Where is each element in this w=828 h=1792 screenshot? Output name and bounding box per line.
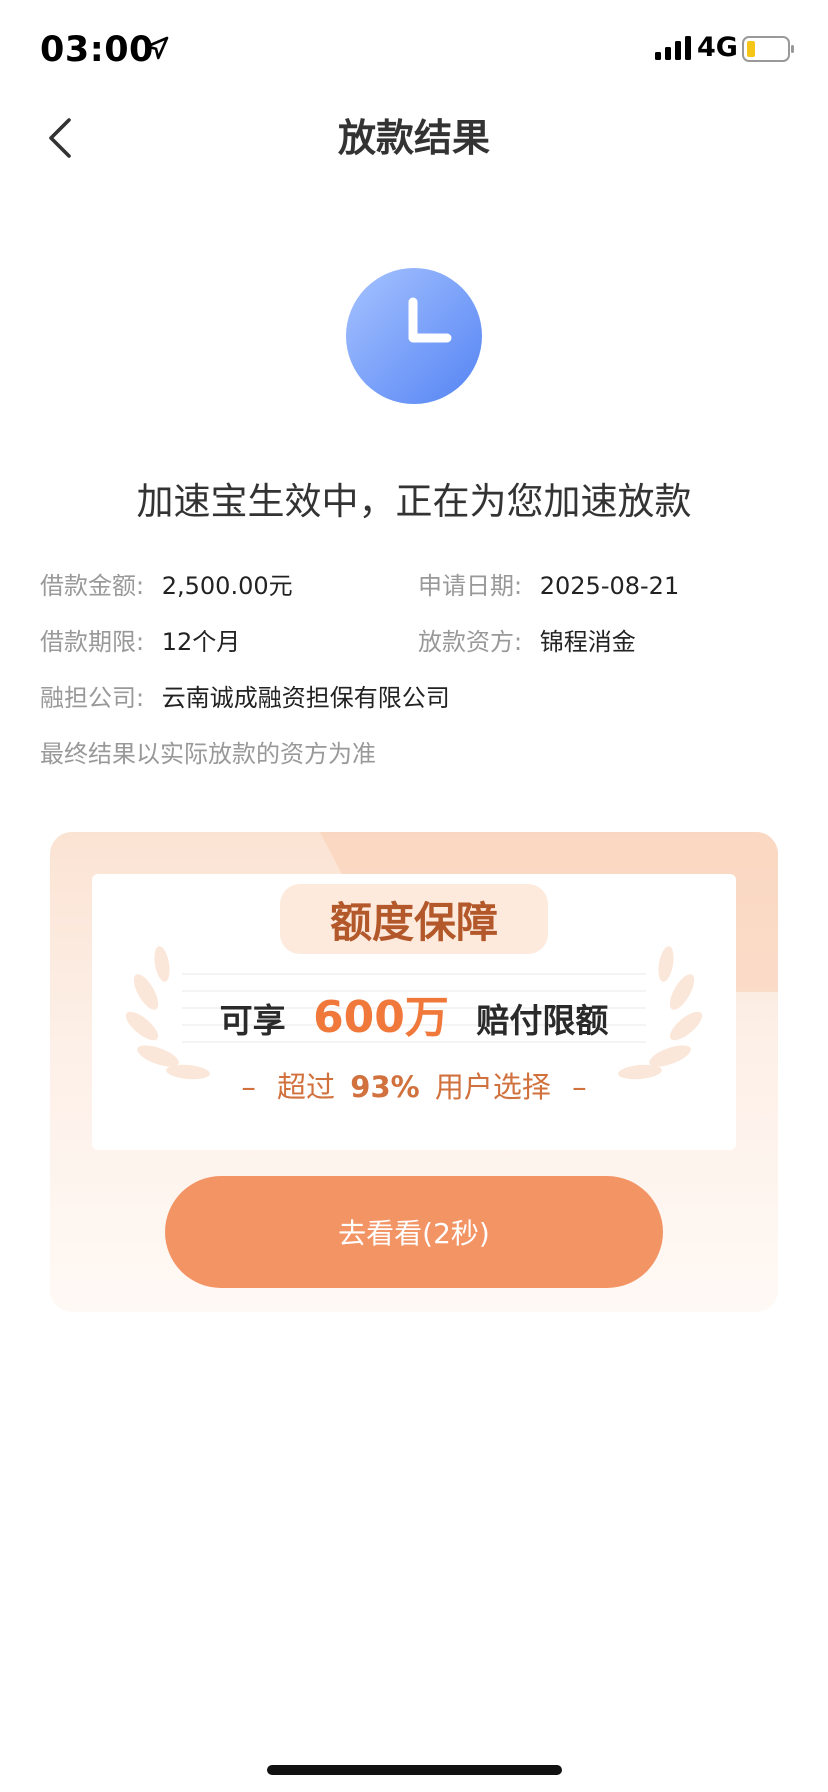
promo-amount: 600万 <box>313 992 449 1043</box>
apply-date-value: 2025-08-21 <box>539 572 680 600</box>
battery-low-icon <box>742 36 794 62</box>
status-bar: 03:00 4G <box>0 0 828 100</box>
loan-amount-label: 借款金额: <box>40 572 145 600</box>
result-disclaimer: 最终结果以实际放款的资方为准 <box>40 740 376 768</box>
sub-prefix: 超过 <box>277 1070 336 1104</box>
promo-badge: 额度保障 <box>280 884 548 954</box>
funder-value: 锦程消金 <box>539 628 636 656</box>
clock-pending-icon <box>346 268 482 404</box>
apply-date-row: 申请日期: 2025-08-21 <box>418 569 679 603</box>
promo-prefix: 可享 <box>219 1001 286 1040</box>
status-time: 03:00 <box>40 30 154 70</box>
network-type-label: 4G <box>697 32 738 63</box>
loan-term-value: 12个月 <box>161 628 241 656</box>
guarantor-row: 融担公司: 云南诚成融资担保有限公司 <box>40 681 450 715</box>
cellular-signal-icon <box>655 36 691 60</box>
sub-percent: 93% <box>350 1070 420 1104</box>
funder-label: 放款资方: <box>418 628 523 656</box>
guarantor-value: 云南诚成融资担保有限公司 <box>161 684 450 712</box>
funder-row: 放款资方: 锦程消金 <box>418 625 636 659</box>
loan-term-row: 借款期限: 12个月 <box>40 625 240 659</box>
status-message: 加速宝生效中，正在为您加速放款 <box>136 480 692 523</box>
navigation-bar: 放款结果 <box>0 100 828 180</box>
promo-inner-panel: 额度保障 可享 600万 赔付限额 – 超过 93% 用户选择 – <box>92 874 736 1150</box>
home-indicator <box>267 1765 562 1775</box>
loan-term-label: 借款期限: <box>40 628 145 656</box>
sub-suffix: 用户选择 <box>434 1070 551 1104</box>
loan-amount-value: 2,500.00元 <box>161 572 293 600</box>
promo-headline: 可享 600万 赔付限额 <box>92 988 736 1051</box>
page-title: 放款结果 <box>337 116 490 160</box>
guarantor-label: 融担公司: <box>40 684 145 712</box>
location-arrow-icon <box>145 36 169 60</box>
promo-subline: – 超过 93% 用户选择 – <box>92 1064 736 1110</box>
dash-left: – <box>241 1070 256 1104</box>
view-now-button[interactable]: 去看看(2秒) <box>165 1176 663 1288</box>
promo-suffix: 赔付限额 <box>476 1001 609 1040</box>
guarantee-promo-card: 额度保障 可享 600万 赔付限额 – 超过 93% 用户选择 – 去看看(2秒… <box>50 832 778 1312</box>
loan-amount-row: 借款金额: 2,500.00元 <box>40 569 293 603</box>
dash-right: – <box>572 1070 587 1104</box>
apply-date-label: 申请日期: <box>418 572 523 600</box>
